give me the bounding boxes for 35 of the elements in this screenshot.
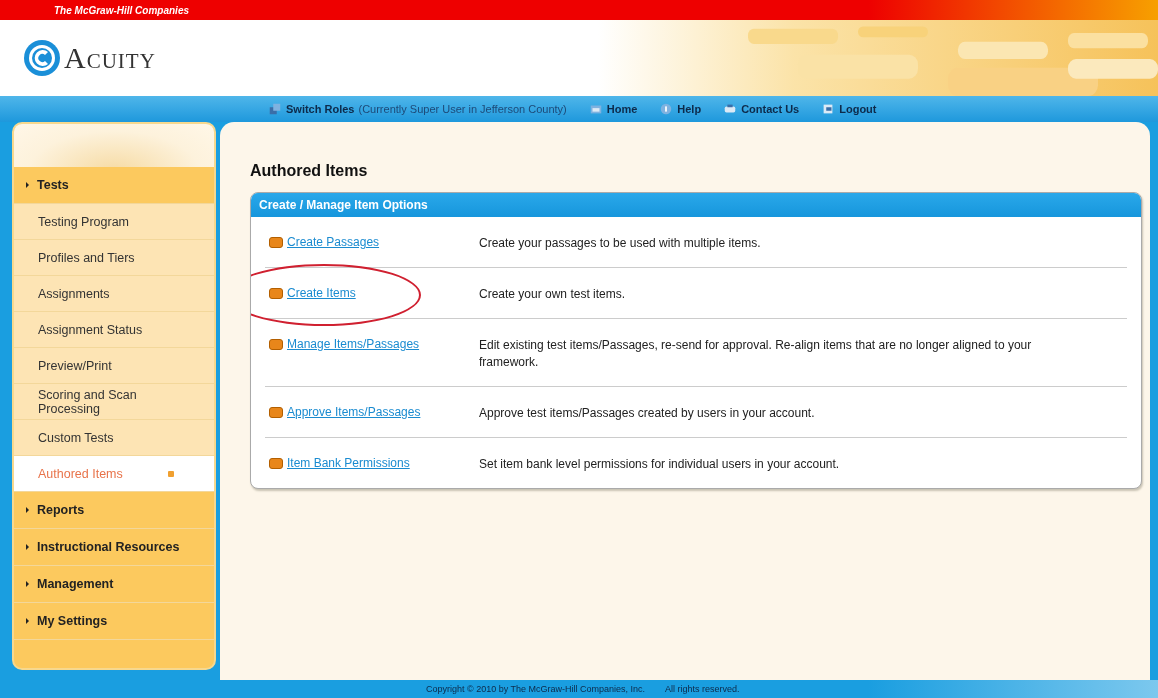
nav-link[interactable]: Home bbox=[588, 102, 638, 116]
nav-link[interactable]: Logout bbox=[821, 102, 877, 116]
help-icon bbox=[659, 102, 674, 116]
panel-header: Create / Manage Item Options bbox=[251, 193, 1141, 217]
sidebar-item[interactable]: Custom Tests bbox=[14, 420, 214, 456]
option-description: Edit existing test items/Passages, re-send for approval. Re-align items that are no longer aligned to your framework. bbox=[479, 337, 1033, 371]
sidebar-item[interactable]: Testing Program bbox=[14, 204, 214, 240]
sidebar-item[interactable]: Preview/Print bbox=[14, 348, 214, 384]
rights-text: All rights reserved. bbox=[665, 684, 740, 694]
option-description: Create your own test items. bbox=[479, 286, 626, 303]
bullet-icon bbox=[26, 544, 29, 550]
copyright-text: Copyright © 2010 by The McGraw-Hill Companies, Inc. bbox=[426, 684, 646, 694]
sidebar-item[interactable]: Assignments bbox=[14, 276, 214, 312]
sidebar-item[interactable]: Scoring and Scan Processing bbox=[14, 384, 214, 420]
nav-link[interactable]: Contact Us bbox=[723, 102, 800, 116]
nav-link[interactable]: Help bbox=[659, 102, 702, 116]
option-description: Approve test items/Passages created by users in your account. bbox=[479, 405, 815, 422]
sidebar-item[interactable]: Profiles and Tiers bbox=[14, 240, 214, 276]
logo: Acuity bbox=[22, 38, 156, 78]
page-title: Authored Items bbox=[250, 162, 369, 180]
option-description: Set item bank level permissions for individual users in your account. bbox=[479, 456, 840, 473]
bullet-icon bbox=[26, 581, 29, 587]
nav-link[interactable]: Switch Roles (Currently Super User in Jefferson County) bbox=[268, 102, 567, 116]
option-description: Create your passages to be used with multiple items. bbox=[479, 235, 761, 252]
option-link[interactable]: Manage Items/Passages bbox=[287, 337, 420, 351]
bullet-icon bbox=[26, 507, 29, 513]
bullet-icon bbox=[26, 182, 29, 188]
brand-name: The McGraw-Hill Companies bbox=[54, 4, 190, 16]
option-link[interactable]: Create Items bbox=[287, 286, 356, 300]
users-icon bbox=[268, 102, 282, 116]
option-link[interactable]: Approve Items/Passages bbox=[287, 405, 421, 419]
bullet-icon bbox=[26, 618, 29, 624]
sidebar-item[interactable]: Assignment Status bbox=[14, 312, 214, 348]
option-link[interactable]: Item Bank Permissions bbox=[287, 456, 410, 470]
option-link[interactable]: Create Passages bbox=[287, 235, 380, 249]
